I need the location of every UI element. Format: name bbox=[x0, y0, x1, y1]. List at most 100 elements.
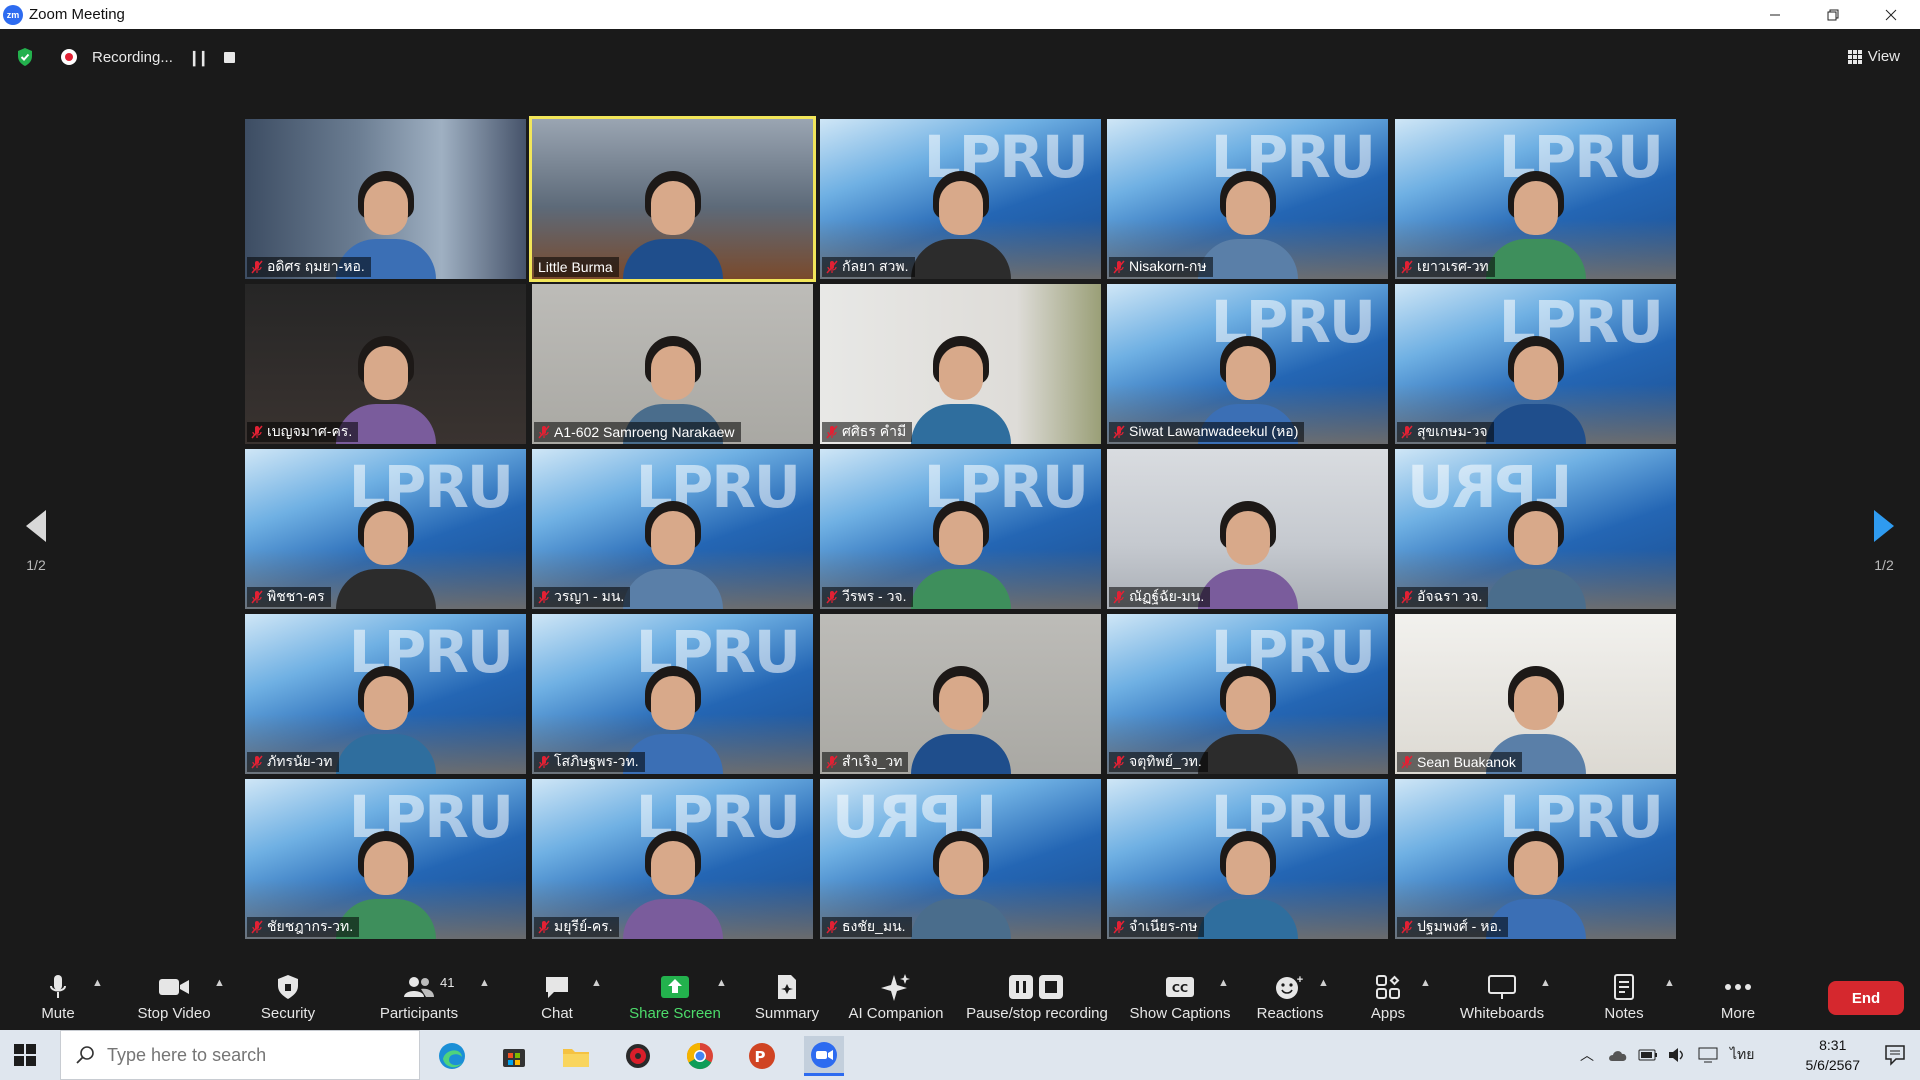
muted-microphone-icon bbox=[1401, 755, 1413, 769]
participant-video-feed bbox=[622, 823, 723, 939]
reactions-caret-icon[interactable]: ▲ bbox=[1318, 977, 1329, 989]
participant-video-tile[interactable]: กัลยา สวพ. bbox=[820, 119, 1101, 279]
notes-button[interactable]: Notes bbox=[1600, 971, 1648, 1027]
view-button[interactable]: View bbox=[1847, 48, 1900, 65]
participant-name: Sean Buakanok bbox=[1417, 754, 1516, 770]
notes-caret-icon[interactable]: ▲ bbox=[1664, 977, 1675, 989]
captions-caret-icon[interactable]: ▲ bbox=[1218, 977, 1229, 989]
chat-button[interactable]: Chat bbox=[537, 971, 577, 1027]
previous-page-nav[interactable]: 1/2 bbox=[18, 509, 54, 573]
participant-name: จำเนียร-กษ bbox=[1129, 918, 1198, 934]
participant-video-tile[interactable]: ณัฏฐ์ฉัย-มน. bbox=[1107, 449, 1388, 609]
participant-video-tile[interactable]: พิชชา-คร bbox=[245, 449, 526, 609]
ai-companion-button[interactable]: AI Companion bbox=[844, 971, 948, 1027]
close-button[interactable] bbox=[1862, 0, 1920, 29]
participant-video-tile[interactable]: ภัทรนัย-วท bbox=[245, 614, 526, 774]
show-captions-button[interactable]: CC Show Captions bbox=[1128, 971, 1232, 1027]
muted-microphone-icon bbox=[826, 260, 838, 274]
participant-video-tile[interactable]: Siwat Lawanwadeekul (หอ) bbox=[1107, 284, 1388, 444]
participant-video-tile[interactable]: วรญา - มน. bbox=[532, 449, 813, 609]
participant-video-tile[interactable]: ปฐมพงศ์ - หอ. bbox=[1395, 779, 1676, 939]
participant-video-tile[interactable]: Nisakorn-กษ bbox=[1107, 119, 1388, 279]
participant-video-tile[interactable]: A1-602 Samroeng Narakaew bbox=[532, 284, 813, 444]
video-options-caret-icon[interactable]: ▲ bbox=[214, 977, 225, 989]
whiteboards-caret-icon[interactable]: ▲ bbox=[1540, 977, 1551, 989]
participants-label: Participants bbox=[379, 1005, 459, 1022]
zoom-app-icon[interactable] bbox=[804, 1036, 844, 1076]
participant-video-tile[interactable]: มยุรีย์-คร. bbox=[532, 779, 813, 939]
reactions-button[interactable]: + Reactions bbox=[1254, 971, 1326, 1027]
security-button[interactable]: Security bbox=[258, 971, 318, 1027]
security-label: Security bbox=[260, 1005, 316, 1022]
windows-start-icon[interactable] bbox=[14, 1044, 36, 1066]
participant-video-tile[interactable]: Sean Buakanok bbox=[1395, 614, 1676, 774]
participant-video-tile[interactable]: อัจฉรา วจ. bbox=[1395, 449, 1676, 609]
show-hidden-icons-chevron-icon[interactable]: ︿ bbox=[1580, 1045, 1594, 1065]
participant-video-tile[interactable]: จำเนียร-กษ bbox=[1107, 779, 1388, 939]
microsoft-store-icon[interactable] bbox=[494, 1036, 534, 1076]
mute-button[interactable]: Mute bbox=[36, 971, 80, 1027]
participant-name: กัลยา สวพ. bbox=[842, 258, 909, 274]
participant-video-tile[interactable]: เยาวเรศ-วท bbox=[1395, 119, 1676, 279]
network-display-icon[interactable] bbox=[1698, 1047, 1718, 1063]
muted-microphone-icon bbox=[251, 260, 263, 274]
participant-video-tile[interactable]: จตุทิพย์_วท. bbox=[1107, 614, 1388, 774]
apps-caret-icon[interactable]: ▲ bbox=[1420, 977, 1431, 989]
chat-caret-icon[interactable]: ▲ bbox=[591, 977, 602, 989]
participants-caret-icon[interactable]: ▲ bbox=[479, 977, 490, 989]
participant-video-tile[interactable]: เบญจมาศ-คร. bbox=[245, 284, 526, 444]
participant-video-tile[interactable]: Little Burma bbox=[529, 116, 816, 282]
stop-recording-icon[interactable] bbox=[224, 52, 235, 63]
muted-microphone-icon bbox=[251, 425, 263, 439]
zoom-logo-icon: zm bbox=[3, 4, 23, 25]
taskbar-clock[interactable]: 8:31 5/6/2567 bbox=[1806, 1035, 1861, 1075]
participant-name-tag: Little Burma bbox=[534, 257, 619, 277]
end-meeting-button[interactable]: End bbox=[1828, 981, 1904, 1015]
summary-button[interactable]: Summary bbox=[752, 971, 822, 1027]
language-indicator[interactable]: ไทย bbox=[1730, 1044, 1754, 1066]
participant-video-tile[interactable]: วีรพร - วจ. bbox=[820, 449, 1101, 609]
participant-video-tile[interactable]: โสภิษฐพร-วท. bbox=[532, 614, 813, 774]
participant-name-tag: สำเริง_วท bbox=[822, 752, 909, 772]
apps-button[interactable]: Apps bbox=[1368, 971, 1408, 1027]
participant-name-tag: Sean Buakanok bbox=[1397, 752, 1522, 772]
pause-stop-recording-button[interactable]: Pause/stop recording bbox=[962, 971, 1112, 1027]
volume-speaker-icon[interactable] bbox=[1668, 1047, 1686, 1063]
muted-microphone-icon bbox=[538, 755, 550, 769]
muted-microphone-icon bbox=[1113, 920, 1125, 934]
minimize-button[interactable] bbox=[1746, 0, 1804, 29]
whiteboards-button[interactable]: Whiteboards bbox=[1456, 971, 1548, 1027]
participant-video-tile[interactable]: สำเริง_วท bbox=[820, 614, 1101, 774]
powerpoint-icon[interactable]: P bbox=[742, 1036, 782, 1076]
participant-video-tile[interactable]: อดิศร ฤมยา-หอ. bbox=[245, 119, 526, 279]
restore-button[interactable] bbox=[1804, 0, 1862, 29]
battery-icon[interactable] bbox=[1638, 1049, 1658, 1061]
audio-options-caret-icon[interactable]: ▲ bbox=[92, 977, 103, 989]
pause-recording-icon[interactable]: ▎▎ bbox=[193, 51, 212, 67]
stop-video-button[interactable]: Stop Video bbox=[134, 971, 214, 1027]
notes-icon bbox=[1614, 974, 1634, 1000]
share-screen-button[interactable]: Share Screen bbox=[628, 971, 722, 1027]
participant-video-tile[interactable]: สุขเกษม-วจ bbox=[1395, 284, 1676, 444]
onedrive-cloud-icon[interactable] bbox=[1608, 1048, 1628, 1062]
chrome-browser-icon[interactable] bbox=[680, 1036, 720, 1076]
participant-video-tile[interactable]: ธงชัย_มน. bbox=[820, 779, 1101, 939]
page-indicator-left: 1/2 bbox=[26, 557, 46, 573]
edge-browser-icon[interactable] bbox=[432, 1036, 472, 1076]
taskbar-search[interactable] bbox=[60, 1030, 420, 1080]
file-explorer-icon[interactable] bbox=[556, 1036, 596, 1076]
participant-video-feed bbox=[1197, 823, 1298, 939]
more-button[interactable]: More bbox=[1718, 971, 1758, 1027]
security-app-icon[interactable] bbox=[618, 1036, 658, 1076]
whiteboard-icon bbox=[1488, 975, 1516, 999]
notification-center-icon[interactable] bbox=[1884, 1044, 1906, 1066]
encryption-shield-icon[interactable] bbox=[16, 47, 34, 67]
participants-count: 41 bbox=[440, 975, 455, 990]
participant-video-tile[interactable]: ศศิธร คำมี bbox=[820, 284, 1101, 444]
next-page-nav[interactable]: 1/2 bbox=[1866, 509, 1902, 573]
participant-video-tile[interactable]: ชัยชฎากร-วท. bbox=[245, 779, 526, 939]
share-caret-icon[interactable]: ▲ bbox=[716, 977, 727, 989]
participant-name: ปฐมพงศ์ - หอ. bbox=[1417, 918, 1502, 934]
gallery-grid-icon bbox=[1847, 49, 1862, 64]
taskbar-search-input[interactable] bbox=[107, 1044, 387, 1066]
